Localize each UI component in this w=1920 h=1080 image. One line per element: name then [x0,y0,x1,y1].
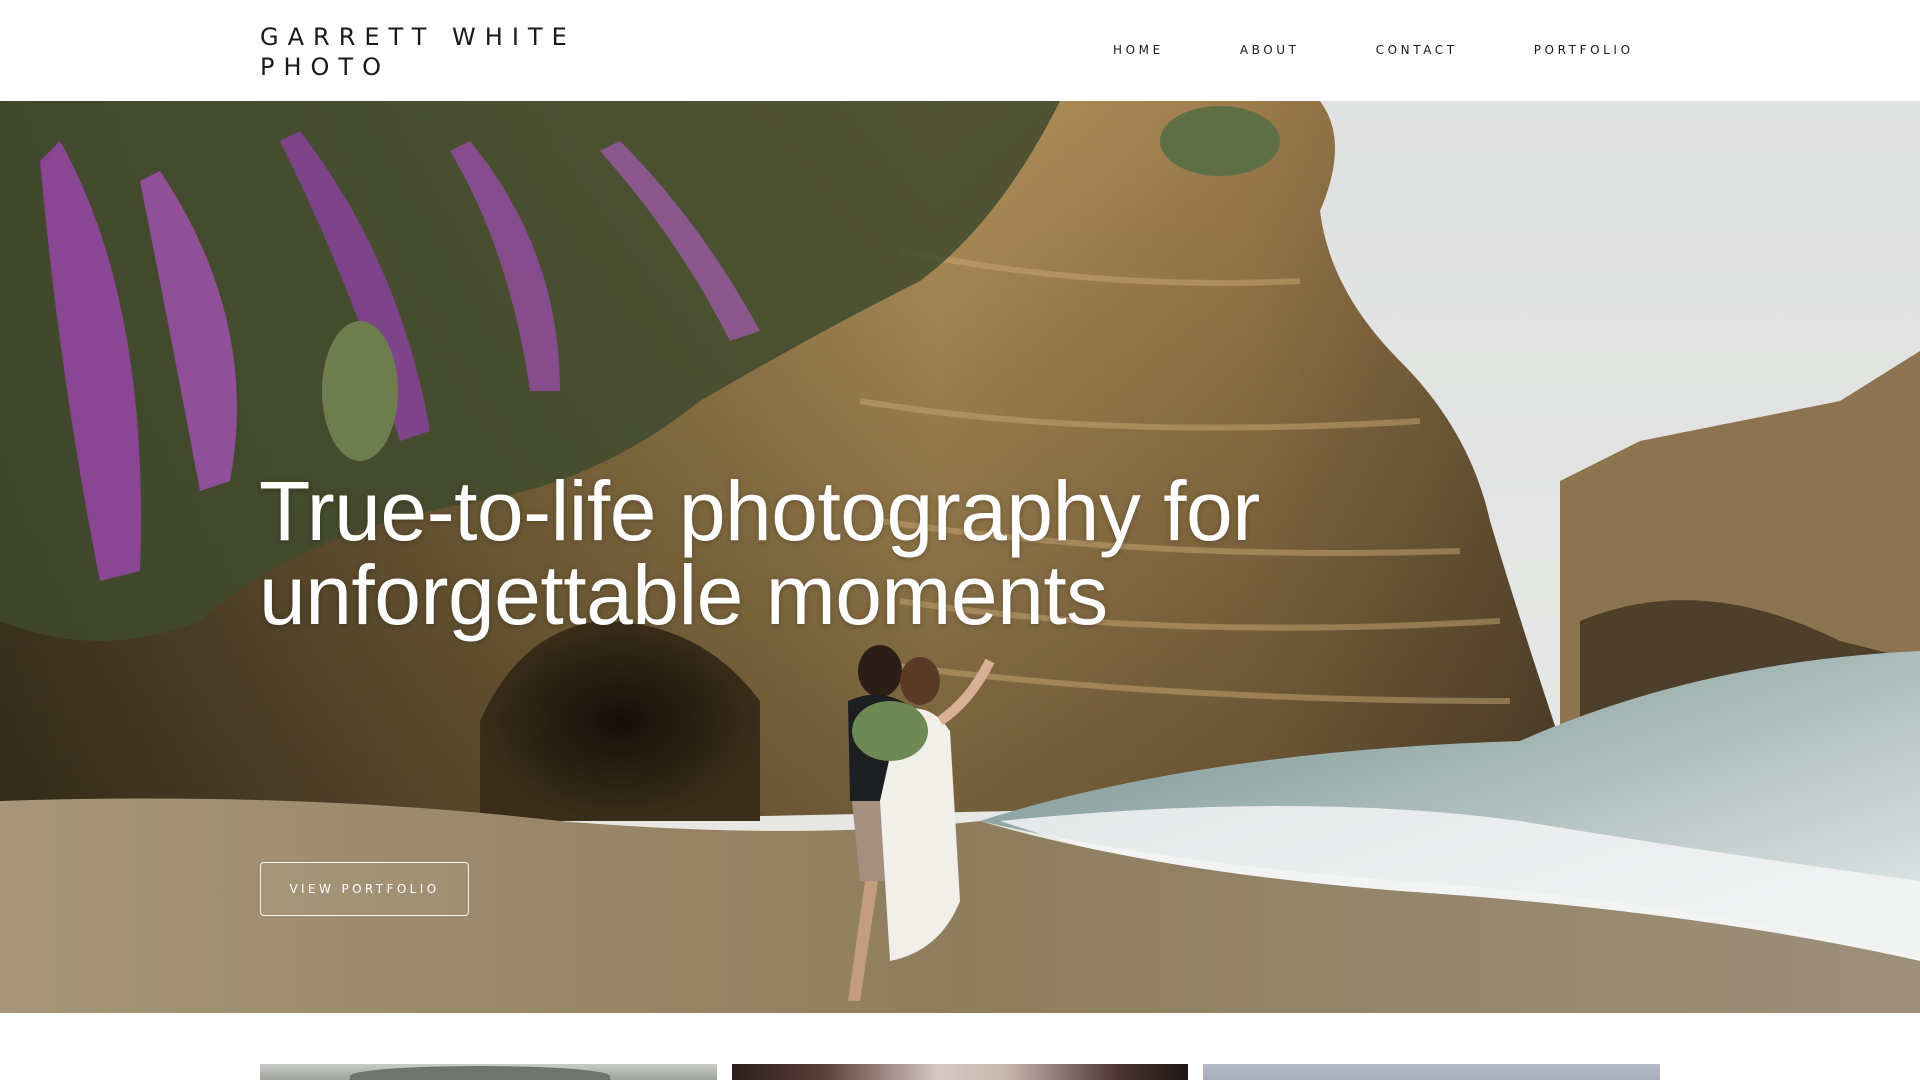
site-logo[interactable]: GARRETT WHITE PHOTO [260,22,576,82]
hero-section: True-to-life photography for unforgettab… [0,101,1920,1013]
hero-headline-line-1: True-to-life photography for [259,464,1260,558]
site-header: GARRETT WHITE PHOTO HOME ABOUT CONTACT P… [0,0,1920,101]
portfolio-thumbnail-3[interactable] [1203,1064,1660,1080]
view-portfolio-button[interactable]: VIEW PORTFOLIO [260,862,469,916]
portfolio-thumbnail-2[interactable] [732,1064,1188,1080]
main-nav: HOME ABOUT CONTACT PORTFOLIO [1113,43,1634,57]
logo-line-2: PHOTO [260,53,390,81]
nav-link-portfolio[interactable]: PORTFOLIO [1534,43,1634,57]
nav-link-about[interactable]: ABOUT [1240,43,1300,57]
hero-headline-line-2: unforgettable moments [259,548,1108,642]
portfolio-preview-strip [260,1064,1660,1080]
nav-link-home[interactable]: HOME [1113,43,1164,57]
nav-link-contact[interactable]: CONTACT [1376,43,1458,57]
logo-line-1: GARRETT WHITE [260,23,576,51]
hero-headline: True-to-life photography for unforgettab… [259,469,1260,637]
portfolio-thumbnail-1[interactable] [260,1064,717,1080]
